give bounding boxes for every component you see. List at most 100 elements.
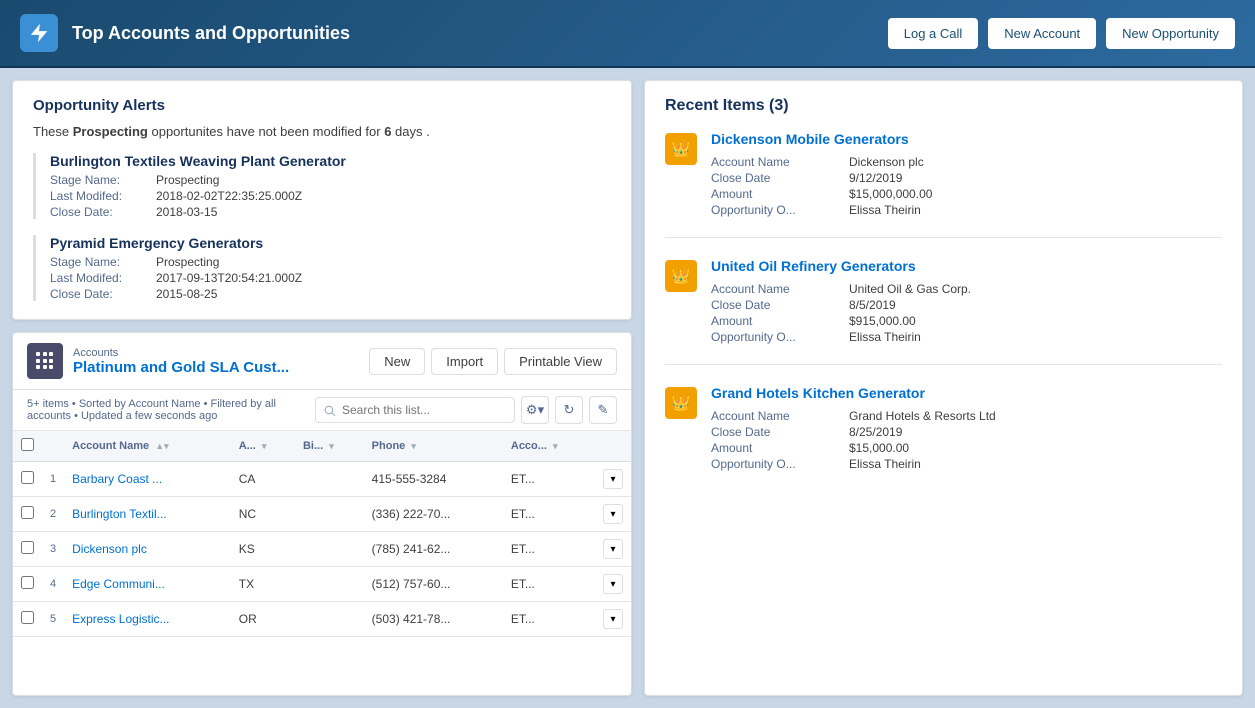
alert-field: Close Date: 2015-08-25 (50, 287, 611, 301)
search-input[interactable] (315, 397, 515, 423)
col-phone[interactable]: Phone ▾ (364, 431, 503, 462)
edit-columns-button[interactable]: ✎ (589, 396, 617, 424)
new-opportunity-button[interactable]: New Opportunity (1106, 18, 1235, 49)
col-billing[interactable]: Bi... ▾ (295, 431, 364, 462)
table-row: 2 Burlington Textil... NC (336) 222-70..… (13, 497, 631, 532)
row-checkbox[interactable] (21, 576, 34, 589)
table-header-row: Account Name ▲▾ A... ▾ Bi... ▾ Phone ▾ A… (13, 431, 631, 462)
col-acco[interactable]: Acco... ▾ (503, 431, 595, 462)
col-account-name[interactable]: Account Name ▲▾ (64, 431, 231, 462)
edit-icon: ✎ (598, 402, 609, 418)
row-acco: ET... (503, 532, 595, 567)
row-checkbox[interactable] (21, 506, 34, 519)
row-state: TX (231, 567, 295, 602)
alert-field-label: Stage Name: (50, 173, 150, 187)
search-bar: ⚙▾ ↻ ✎ (315, 396, 617, 424)
alert-field-label: Stage Name: (50, 255, 150, 269)
row-phone: (336) 222-70... (364, 497, 503, 532)
row-billing (295, 567, 364, 602)
recent-field-label: Close Date (711, 171, 841, 185)
recent-item-name[interactable]: United Oil Refinery Generators (711, 258, 1222, 274)
log-call-button[interactable]: Log a Call (888, 18, 979, 49)
row-account-name[interactable]: Burlington Textil... (64, 497, 231, 532)
col-num (42, 431, 64, 462)
settings-button[interactable]: ⚙▾ (521, 396, 549, 424)
recent-field-label: Opportunity O... (711, 203, 841, 217)
app-icon (20, 14, 58, 52)
row-account-name[interactable]: Express Logistic... (64, 602, 231, 637)
row-phone: (512) 757-60... (364, 567, 503, 602)
col-state[interactable]: A... ▾ (231, 431, 295, 462)
row-billing (295, 497, 364, 532)
recent-item-fields: Account Name Dickenson plc Close Date 9/… (711, 155, 1222, 217)
row-account-name[interactable]: Barbary Coast ... (64, 462, 231, 497)
alert-field-value: 2018-03-15 (156, 205, 217, 219)
accounts-header: Accounts Platinum and Gold SLA Cust... N… (13, 333, 631, 390)
recent-title: Recent Items (3) (665, 97, 1222, 115)
accounts-meta: 5+ items • Sorted by Account Name • Filt… (13, 390, 631, 431)
row-checkbox[interactable] (21, 541, 34, 554)
row-acco: ET... (503, 567, 595, 602)
accounts-list-title[interactable]: Platinum and Gold SLA Cust... (73, 359, 359, 376)
recent-items-list: 👑 Dickenson Mobile Generators Account Na… (665, 131, 1222, 471)
recent-field-value: 8/25/2019 (849, 425, 1222, 439)
new-button[interactable]: New (369, 348, 425, 375)
recent-item: 👑 Dickenson Mobile Generators Account Na… (665, 131, 1222, 238)
alert-field-label: Last Modifed: (50, 189, 150, 203)
row-state: OR (231, 602, 295, 637)
row-dropdown-button[interactable]: ▾ (603, 539, 623, 559)
new-account-button[interactable]: New Account (988, 18, 1096, 49)
refresh-button[interactable]: ↻ (555, 396, 583, 424)
recent-item-name[interactable]: Grand Hotels Kitchen Generator (711, 385, 1222, 401)
row-number: 3 (42, 532, 64, 567)
row-dropdown-button[interactable]: ▾ (603, 609, 623, 629)
row-billing (295, 462, 364, 497)
alert-field: Stage Name: Prospecting (50, 173, 611, 187)
accounts-title-group: Accounts Platinum and Gold SLA Cust... (73, 347, 359, 376)
alert-item: Pyramid Emergency Generators Stage Name:… (33, 235, 611, 301)
row-dropdown-button[interactable]: ▾ (603, 469, 623, 489)
row-number: 4 (42, 567, 64, 602)
alert-field: Last Modifed: 2017-09-13T20:54:21.000Z (50, 271, 611, 285)
accounts-icon (27, 343, 63, 379)
row-checkbox[interactable] (21, 471, 34, 484)
row-phone: (503) 421-78... (364, 602, 503, 637)
recent-field-label: Account Name (711, 155, 841, 169)
table-row: 1 Barbary Coast ... CA 415-555-3284 ET..… (13, 462, 631, 497)
select-all-checkbox[interactable] (21, 438, 34, 451)
recent-field-label: Opportunity O... (711, 330, 841, 344)
row-state: NC (231, 497, 295, 532)
alert-field: Stage Name: Prospecting (50, 255, 611, 269)
alert-name: Pyramid Emergency Generators (50, 235, 611, 251)
row-dropdown-button[interactable]: ▾ (603, 574, 623, 594)
alert-item: Burlington Textiles Weaving Plant Genera… (33, 153, 611, 219)
alerts-description: These Prospecting opportunites have not … (33, 124, 611, 139)
recent-field-value: Elissa Theirin (849, 457, 1222, 471)
alerts-bold-word: Prospecting (73, 124, 148, 139)
alert-field-label: Close Date: (50, 205, 150, 219)
left-panel: Opportunity Alerts These Prospecting opp… (12, 80, 632, 696)
recent-item-name[interactable]: Dickenson Mobile Generators (711, 131, 1222, 147)
row-billing (295, 602, 364, 637)
recent-field-label: Account Name (711, 282, 841, 296)
alert-field-value: Prospecting (156, 255, 219, 269)
recent-item-content: United Oil Refinery Generators Account N… (711, 258, 1222, 344)
import-button[interactable]: Import (431, 348, 498, 375)
alert-field-label: Last Modifed: (50, 271, 150, 285)
recent-field-label: Close Date (711, 425, 841, 439)
accounts-card: Accounts Platinum and Gold SLA Cust... N… (12, 332, 632, 696)
row-account-name[interactable]: Dickenson plc (64, 532, 231, 567)
row-acco: ET... (503, 497, 595, 532)
alert-field-label: Close Date: (50, 287, 150, 301)
recent-field-label: Amount (711, 187, 841, 201)
row-account-name[interactable]: Edge Communi... (64, 567, 231, 602)
row-phone: (785) 241-62... (364, 532, 503, 567)
accounts-subtitle: Accounts (73, 347, 359, 359)
printable-view-button[interactable]: Printable View (504, 348, 617, 375)
recent-field-value: Grand Hotels & Resorts Ltd (849, 409, 1222, 423)
recent-field-value: Dickenson plc (849, 155, 1222, 169)
recent-item-fields: Account Name Grand Hotels & Resorts Ltd … (711, 409, 1222, 471)
row-dropdown-button[interactable]: ▾ (603, 504, 623, 524)
row-checkbox[interactable] (21, 611, 34, 624)
alert-field: Last Modifed: 2018-02-02T22:35:25.000Z (50, 189, 611, 203)
